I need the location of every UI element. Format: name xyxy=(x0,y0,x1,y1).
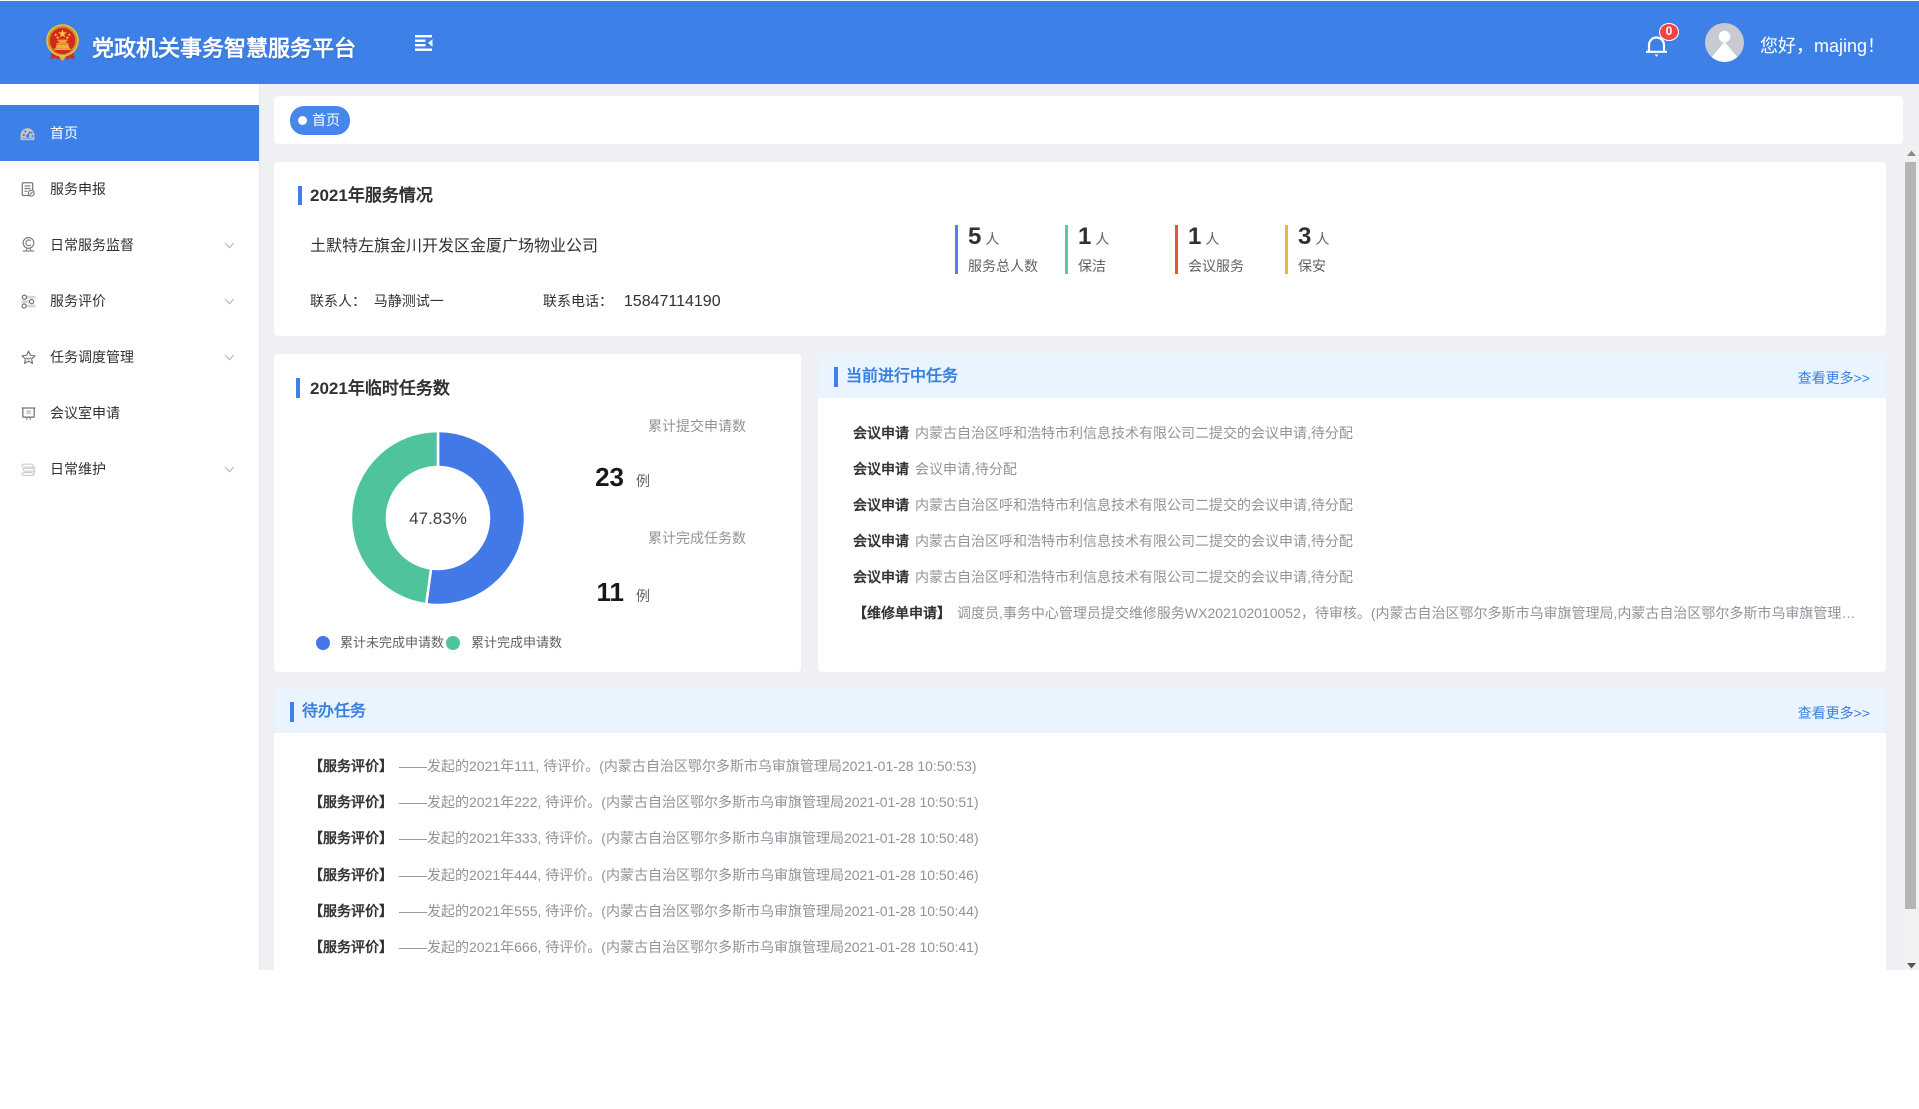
svg-text:47.83%: 47.83% xyxy=(409,509,467,528)
